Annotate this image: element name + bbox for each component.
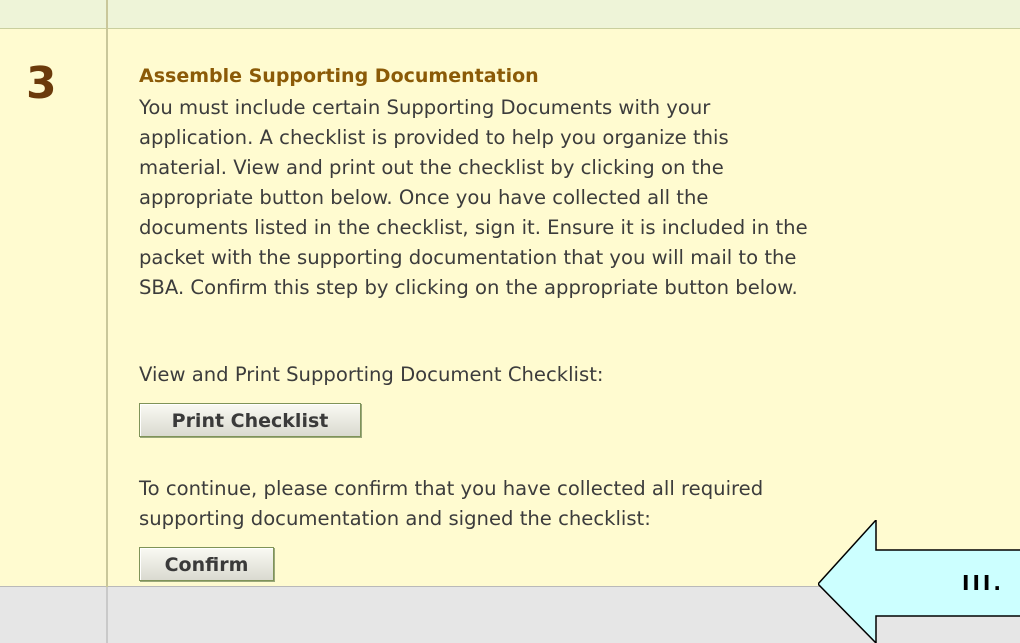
print-instruction: View and Print Supporting Document Check… [139,363,604,386]
callout-label: III. [962,571,1004,595]
next-step-divider [106,587,108,643]
description-line: SBA. Confirm this step by clicking on th… [139,276,798,299]
step-number: 3 [26,58,57,109]
confirm-instruction-line-2: supporting documentation and signed the … [139,507,651,530]
description-line: You must include certain Supporting Docu… [139,96,711,119]
print-checklist-button[interactable]: Print Checklist [139,403,361,437]
confirm-button[interactable]: Confirm [139,547,274,581]
description-line: material. View and print out the checkli… [139,156,724,179]
description-line: packet with the supporting documentation… [139,246,797,269]
description-line: application. A checklist is provided to … [139,126,729,149]
previous-step-strip [0,0,1020,29]
description-line: documents listed in the checklist, sign … [139,216,808,239]
step-title: Assemble Supporting Documentation [139,65,539,87]
description-line: appropriate button below. Once you have … [139,186,709,209]
confirm-instruction-line-1: To continue, please confirm that you hav… [139,477,764,500]
step-number-divider [106,0,108,643]
step-description: You must include certain Supporting Docu… [139,93,999,303]
